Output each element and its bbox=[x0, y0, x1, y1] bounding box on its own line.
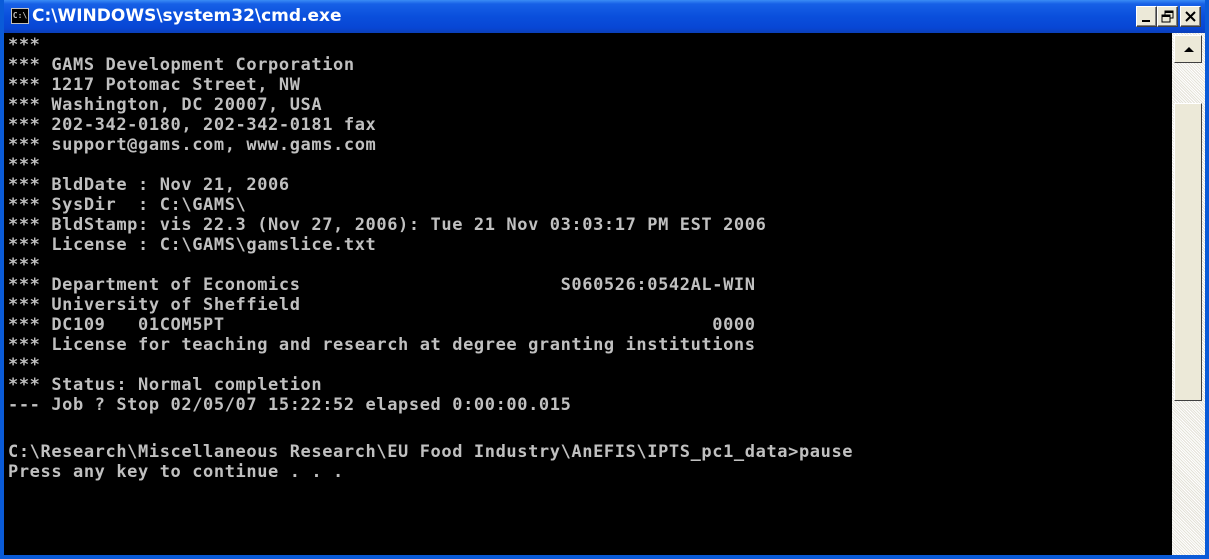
close-icon bbox=[1185, 11, 1196, 22]
console-line: *** BldStamp: vis 22.3 (Nov 27, 2006): T… bbox=[8, 215, 767, 235]
console-line: *** Status: Normal completion bbox=[8, 375, 323, 395]
scrollbar-thumb[interactable] bbox=[1174, 103, 1202, 401]
title-bar[interactable]: C:\ C:\WINDOWS\system32\cmd.exe bbox=[4, 0, 1205, 33]
console-line: *** DC109 01COM5PT 0000 bbox=[8, 315, 756, 335]
console-line: *** Department of Economics S060526:0542… bbox=[8, 275, 756, 295]
maximize-button[interactable] bbox=[1157, 6, 1178, 27]
console-line: *** bbox=[8, 255, 41, 275]
window-title: C:\WINDOWS\system32\cmd.exe bbox=[32, 6, 342, 26]
console-line: *** Washington, DC 20007, USA bbox=[8, 95, 323, 115]
console-line: *** 202-342-0180, 202-342-0181 fax bbox=[8, 115, 377, 135]
console-line: *** bbox=[8, 35, 41, 55]
console-line: *** License : C:\GAMS\gamslice.txt bbox=[8, 235, 377, 255]
minimize-icon bbox=[1142, 20, 1150, 22]
restore-icon bbox=[1161, 10, 1174, 23]
console-line: *** 1217 Potomac Street, NW bbox=[8, 75, 301, 95]
scroll-up-button[interactable] bbox=[1174, 35, 1202, 63]
close-button[interactable] bbox=[1180, 6, 1201, 27]
console-line: *** University of Sheffield bbox=[8, 295, 301, 315]
console-output[interactable]: *** *** GAMS Development Corporation ***… bbox=[4, 33, 1172, 555]
console-line: *** bbox=[8, 155, 41, 175]
console-line: *** SysDir : C:\GAMS\ bbox=[8, 195, 247, 215]
console-line: *** BldDate : Nov 21, 2006 bbox=[8, 175, 290, 195]
console-line: *** License for teaching and research at… bbox=[8, 335, 756, 355]
cmd-window: C:\ C:\WINDOWS\system32\cmd.exe *** *** … bbox=[0, 0, 1209, 559]
arrow-up-icon bbox=[1184, 47, 1194, 52]
cmd-app-icon[interactable]: C:\ bbox=[11, 8, 29, 24]
console-line: *** support@gams.com, www.gams.com bbox=[8, 135, 377, 155]
console-line: *** bbox=[8, 355, 41, 375]
console-line: --- Job ? Stop 02/05/07 15:22:52 elapsed… bbox=[8, 395, 572, 415]
console-line: Press any key to continue . . . bbox=[8, 462, 344, 482]
minimize-button[interactable] bbox=[1136, 6, 1157, 27]
console-prompt-line: C:\Research\Miscellaneous Research\EU Fo… bbox=[8, 442, 854, 462]
console-line: *** GAMS Development Corporation bbox=[8, 55, 355, 75]
vertical-scrollbar[interactable] bbox=[1172, 33, 1205, 555]
